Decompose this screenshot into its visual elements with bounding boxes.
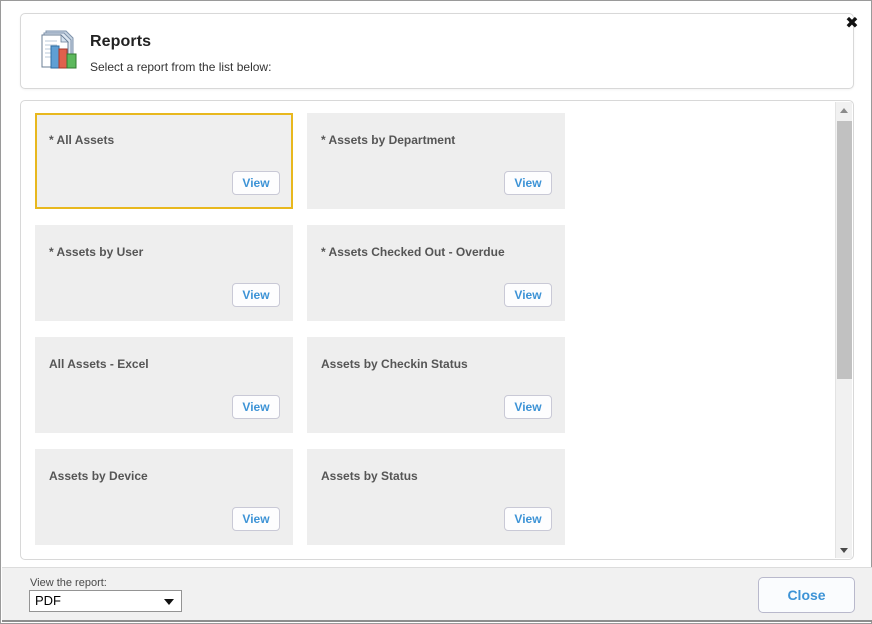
report-card-title: * Assets Checked Out - Overdue <box>321 245 505 259</box>
view-report-button[interactable]: View <box>504 283 552 307</box>
page-title: Reports <box>90 33 152 50</box>
scroll-down-arrow-icon[interactable] <box>836 542 852 558</box>
format-label: View the report: <box>30 577 107 589</box>
report-card-title: Assets by Checkin Status <box>321 357 468 371</box>
report-format-select[interactable]: PDF <box>29 590 182 612</box>
vertical-scrollbar[interactable] <box>835 102 852 558</box>
report-card[interactable]: Assets by Device View <box>35 449 293 545</box>
view-report-button[interactable]: View <box>504 395 552 419</box>
report-card-title: Assets by Device <box>49 469 148 483</box>
report-card-title: * Assets by Department <box>321 133 456 147</box>
report-card[interactable]: Assets by Checkin Status View <box>307 337 565 433</box>
dialog-footer: View the report: PDF Close <box>2 567 872 622</box>
report-document-chart-icon <box>41 30 77 69</box>
footer-divider <box>2 620 872 622</box>
report-card[interactable]: * Assets by User View <box>35 225 293 321</box>
close-icon[interactable]: ✖ <box>843 14 861 32</box>
scroll-up-arrow-icon[interactable] <box>836 102 852 118</box>
report-card[interactable]: * Assets by Department View <box>307 113 565 209</box>
view-report-button[interactable]: View <box>232 507 280 531</box>
view-report-button[interactable]: View <box>232 283 280 307</box>
dialog-header: Reports Select a report from the list be… <box>20 13 854 89</box>
report-card-title: All Assets - Excel <box>49 357 149 371</box>
report-card[interactable]: Assets by Status View <box>307 449 565 545</box>
view-report-button[interactable]: View <box>232 395 280 419</box>
reports-dialog: ✖ Reports Select a report from the list <box>0 0 872 624</box>
view-report-button[interactable]: View <box>504 507 552 531</box>
view-report-button[interactable]: View <box>232 171 280 195</box>
view-report-button[interactable]: View <box>504 171 552 195</box>
report-card-title: * Assets by User <box>49 245 144 259</box>
report-cards-grid: * All Assets View * Assets by Department Vi… <box>21 101 826 559</box>
report-card-title: Assets by Status <box>321 469 418 483</box>
scrollbar-thumb[interactable] <box>837 121 852 379</box>
report-card[interactable]: * All Assets View <box>35 113 293 209</box>
report-card-title: * All Assets <box>49 133 115 147</box>
close-button[interactable]: Close <box>758 577 855 613</box>
reports-list-panel: * All Assets View * Assets by Department Vi… <box>20 100 854 560</box>
page-subtitle: Select a report from the list below: <box>90 60 272 74</box>
report-card[interactable]: * Assets Checked Out - Overdue View <box>307 225 565 321</box>
report-card[interactable]: All Assets - Excel View <box>35 337 293 433</box>
